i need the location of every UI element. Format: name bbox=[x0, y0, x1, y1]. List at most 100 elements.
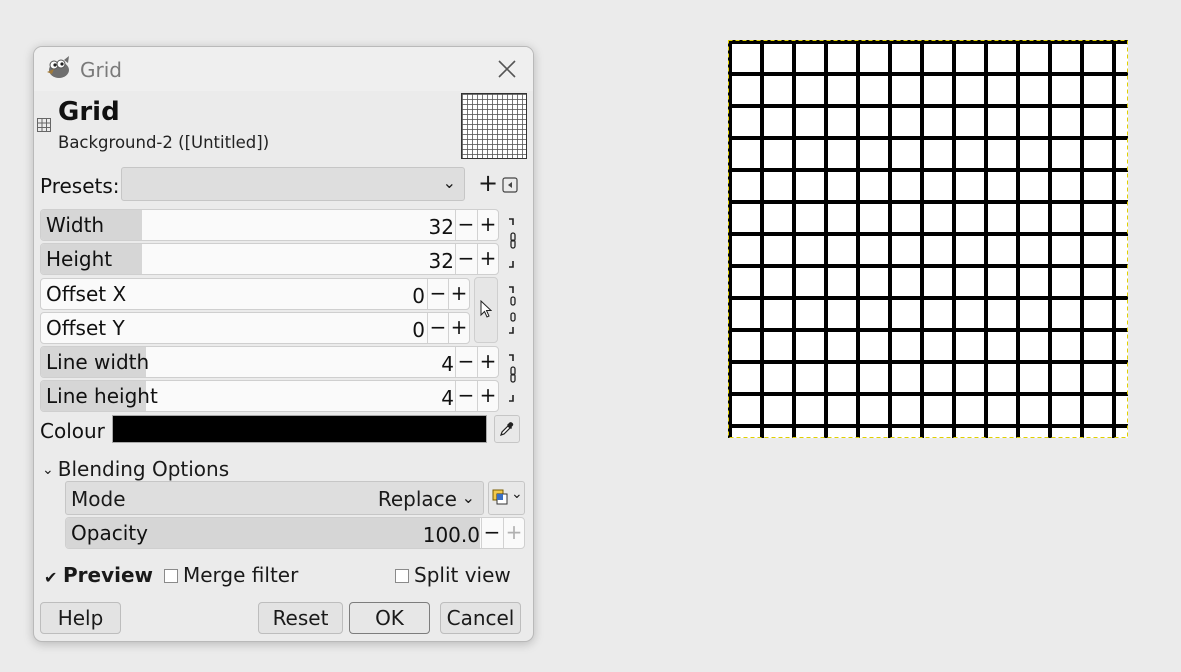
presets-menu-icon[interactable] bbox=[502, 177, 518, 193]
offset-y-increment-button[interactable]: + bbox=[448, 313, 469, 343]
colour-picker-button[interactable] bbox=[494, 415, 520, 443]
thumbnail-horizontal-line bbox=[462, 134, 526, 135]
thumbnail-horizontal-line bbox=[462, 149, 526, 150]
blending-options-expander[interactable]: ⌄ Blending Options bbox=[42, 457, 229, 481]
height-scale[interactable]: Height 32 − + bbox=[40, 243, 499, 275]
grid-horizontal-line bbox=[728, 296, 1128, 300]
thumbnail-vertical-line bbox=[482, 94, 483, 158]
presets-combo[interactable]: ⌄ bbox=[121, 167, 465, 201]
help-button[interactable]: Help bbox=[40, 602, 121, 634]
mode-label: Mode bbox=[71, 487, 126, 511]
chain-link-icon[interactable] bbox=[506, 353, 520, 403]
thumbnail-vertical-line bbox=[502, 94, 503, 158]
thumbnail-vertical-line bbox=[512, 94, 513, 158]
height-label: Height bbox=[46, 247, 113, 271]
offset-x-decrement-button[interactable]: − bbox=[427, 279, 448, 309]
split-view-check-box bbox=[395, 569, 409, 583]
split-view-checkbox[interactable]: Split view bbox=[395, 563, 511, 587]
line-height-decrement-button[interactable]: − bbox=[455, 381, 476, 411]
thumbnail-horizontal-line bbox=[462, 99, 526, 100]
width-increment-button[interactable]: + bbox=[477, 210, 498, 240]
thumbnail-vertical-line bbox=[517, 94, 518, 158]
mode-combo[interactable]: Mode Replace ⌄ bbox=[65, 481, 484, 515]
preview-checkbox[interactable]: ✔ Preview bbox=[44, 563, 153, 587]
offset-x-scale[interactable]: Offset X 0 − + bbox=[40, 278, 470, 310]
grid-horizontal-line bbox=[728, 424, 1128, 428]
grid-horizontal-line bbox=[728, 328, 1128, 332]
close-icon[interactable] bbox=[495, 57, 519, 81]
width-value: 32 bbox=[428, 215, 454, 239]
grid-vertical-line bbox=[1048, 40, 1052, 438]
opacity-label: Opacity bbox=[71, 521, 148, 545]
line-width-decrement-button[interactable]: − bbox=[455, 347, 476, 377]
blending-options-label: Blending Options bbox=[57, 457, 230, 481]
offset-y-decrement-button[interactable]: − bbox=[427, 313, 448, 343]
line-height-increment-button[interactable]: + bbox=[477, 381, 498, 411]
grid-horizontal-line bbox=[728, 232, 1128, 236]
line-height-value: 4 bbox=[441, 386, 454, 410]
grid-horizontal-line bbox=[728, 360, 1128, 364]
preview-label: Preview bbox=[63, 563, 154, 587]
chevron-down-icon: ⌄ bbox=[42, 462, 54, 478]
offset-y-scale[interactable]: Offset Y 0 − + bbox=[40, 312, 470, 344]
grid-filter-icon bbox=[37, 118, 51, 132]
grid-vertical-line bbox=[1080, 40, 1084, 438]
image-canvas[interactable] bbox=[728, 40, 1128, 438]
split-view-label: Split view bbox=[414, 563, 511, 587]
grid-vertical-line bbox=[888, 40, 892, 438]
thumbnail-vertical-line bbox=[467, 94, 468, 158]
mode-value: Replace bbox=[377, 487, 457, 511]
height-decrement-button[interactable]: − bbox=[455, 244, 476, 274]
ok-button[interactable]: OK bbox=[349, 602, 430, 634]
thumbnail-background bbox=[462, 94, 526, 158]
eyedropper-icon bbox=[500, 422, 514, 436]
pointer-cursor-icon bbox=[480, 300, 492, 318]
grid-horizontal-line bbox=[728, 104, 1128, 108]
thumbnail-vertical-line bbox=[462, 94, 463, 158]
chevron-down-icon: ⌄ bbox=[511, 486, 523, 502]
height-increment-button[interactable]: + bbox=[477, 244, 498, 274]
opacity-value: 100.0 bbox=[422, 523, 480, 547]
line-width-scale[interactable]: Line width 4 − + bbox=[40, 346, 499, 378]
thumbnail-vertical-line bbox=[472, 94, 473, 158]
merge-filter-checkbox[interactable]: Merge filter bbox=[164, 563, 298, 587]
thumbnail-vertical-line bbox=[477, 94, 478, 158]
add-preset-button[interactable]: + bbox=[478, 171, 498, 195]
layer-thumbnail bbox=[461, 93, 527, 159]
colour-button[interactable] bbox=[112, 415, 487, 443]
thumbnail-vertical-line bbox=[497, 94, 498, 158]
chevron-down-icon: ⌄ bbox=[461, 488, 475, 507]
thumbnail-vertical-line bbox=[507, 94, 508, 158]
composite-mode-icon bbox=[492, 489, 508, 505]
dialog-title: Grid bbox=[80, 58, 122, 82]
thumbnail-horizontal-line bbox=[462, 129, 526, 130]
line-height-scale[interactable]: Line height 4 − + bbox=[40, 380, 499, 412]
height-value: 32 bbox=[428, 249, 454, 273]
cancel-button[interactable]: Cancel bbox=[440, 602, 521, 634]
opacity-scale[interactable]: Opacity 100.0 − + bbox=[65, 517, 525, 549]
preview-check-box: ✔ bbox=[44, 568, 58, 587]
chain-link-icon[interactable] bbox=[506, 217, 520, 269]
width-scale[interactable]: Width 32 − + bbox=[40, 209, 499, 241]
line-width-increment-button[interactable]: + bbox=[477, 347, 498, 377]
dialog-titlebar[interactable]: Grid bbox=[34, 47, 533, 91]
offset-x-value: 0 bbox=[412, 284, 425, 308]
thumbnail-horizontal-line bbox=[462, 124, 526, 125]
presets-label: Presets: bbox=[40, 174, 120, 198]
offset-pick-button[interactable] bbox=[474, 277, 498, 343]
chain-link-icon[interactable] bbox=[506, 285, 520, 335]
offset-x-increment-button[interactable]: + bbox=[448, 279, 469, 309]
offset-y-label: Offset Y bbox=[46, 316, 125, 340]
line-width-value: 4 bbox=[441, 352, 454, 376]
filter-title: Grid bbox=[58, 97, 120, 127]
grid-horizontal-line bbox=[728, 392, 1128, 396]
line-height-label: Line height bbox=[46, 384, 158, 408]
grid-dialog: Grid Grid Background-2 ([Untitled]) Pres… bbox=[33, 46, 534, 642]
colour-label: Colour bbox=[40, 419, 105, 443]
opacity-decrement-button[interactable]: − bbox=[481, 518, 502, 548]
width-decrement-button[interactable]: − bbox=[455, 210, 476, 240]
composite-mode-button[interactable]: ⌄ bbox=[488, 481, 525, 515]
reset-button[interactable]: Reset bbox=[258, 602, 343, 634]
thumbnail-vertical-line bbox=[522, 94, 523, 158]
opacity-increment-button[interactable]: + bbox=[503, 518, 524, 548]
